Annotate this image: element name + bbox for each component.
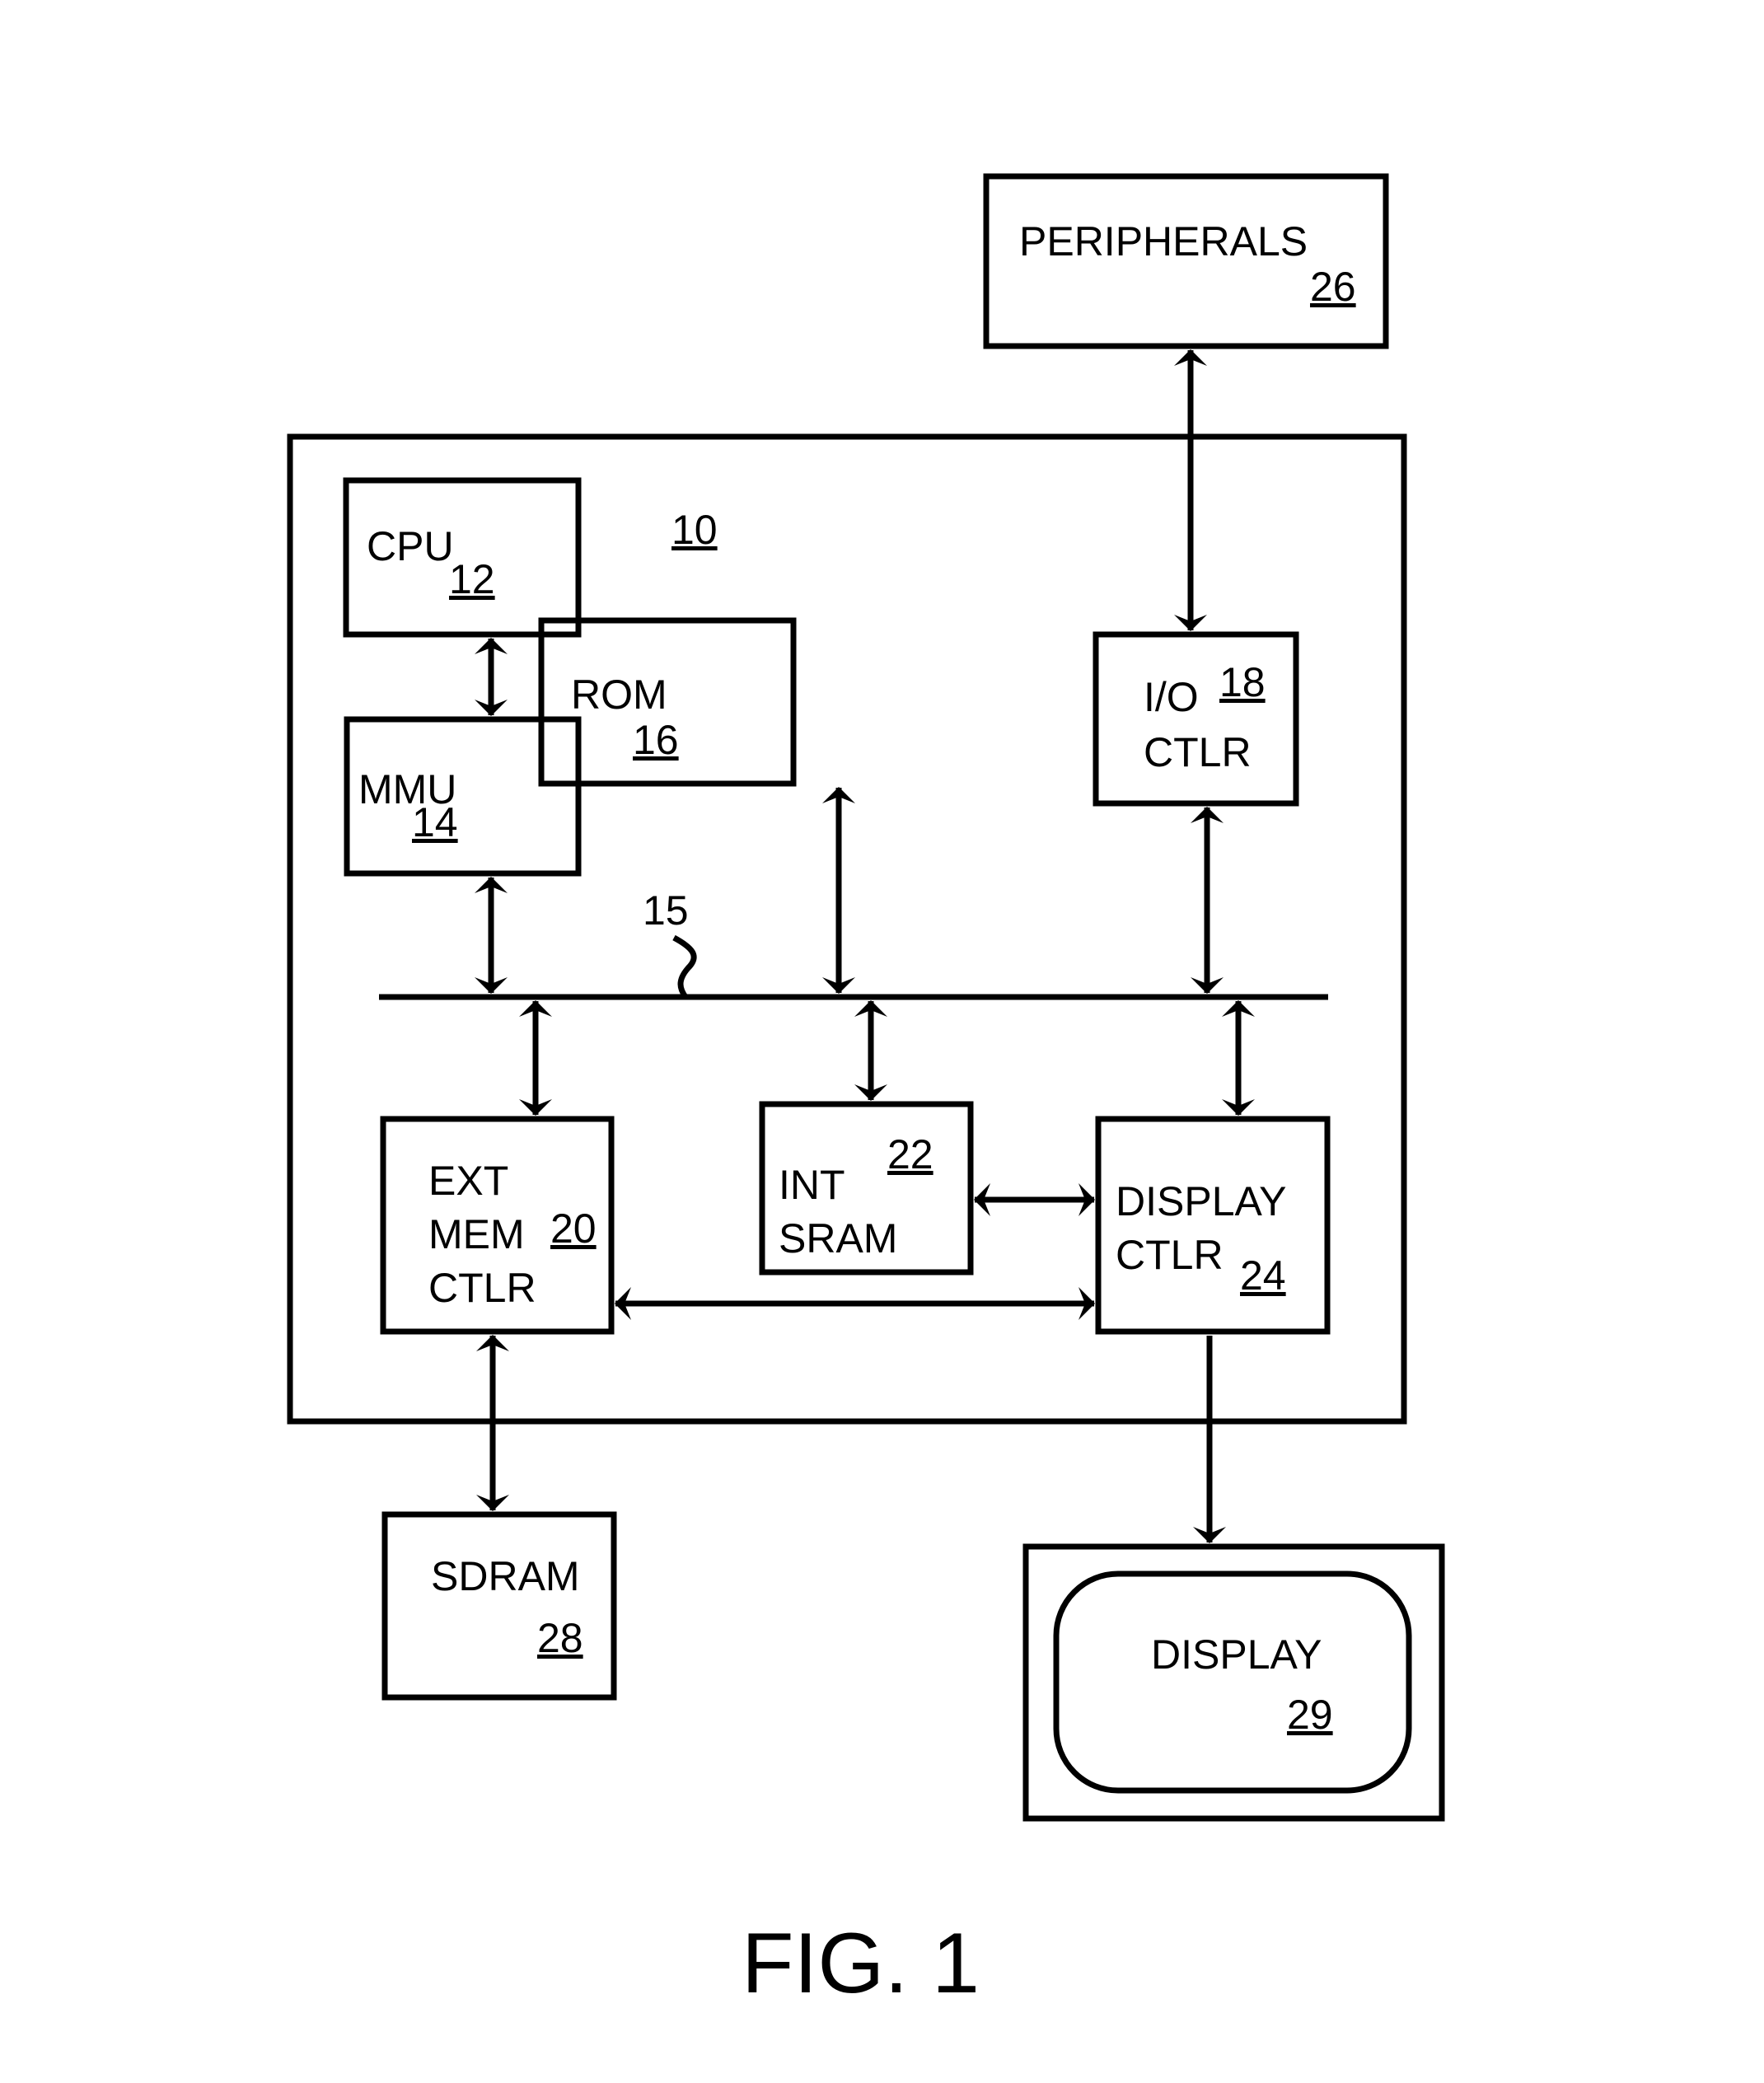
peripherals-ref: 26 xyxy=(1310,264,1356,310)
bus-leader-squiggle xyxy=(672,934,697,999)
mmu-ref: 14 xyxy=(412,799,458,845)
ext-mem-ctlr-label-line3: CTLR xyxy=(428,1265,536,1311)
ext-mem-ctlr-ref: 20 xyxy=(550,1205,597,1252)
io-ctlr-block: I/O CTLR 18 xyxy=(1093,631,1299,807)
ext-mem-ctlr-label-line1: EXT xyxy=(428,1158,508,1204)
display-ctlr-ref: 24 xyxy=(1240,1252,1286,1299)
int-sram-label-line1: INT xyxy=(779,1162,845,1208)
sdram-block: SDRAM 28 xyxy=(381,1511,617,1701)
peripherals-block: PERIPHERALS 26 xyxy=(983,173,1389,349)
bus-ref-label: 15 xyxy=(643,887,689,934)
display-label: DISPLAY xyxy=(1151,1631,1322,1678)
rom-label: ROM xyxy=(571,672,667,718)
ext-mem-ctlr-label-line2: MEM xyxy=(428,1211,525,1257)
display-ctlr-block: DISPLAY CTLR 24 xyxy=(1095,1116,1331,1335)
int-sram-block: INT SRAM 22 xyxy=(759,1101,974,1276)
io-ctlr-ref: 18 xyxy=(1219,659,1266,705)
display-ctlr-label-line2: CTLR xyxy=(1116,1232,1224,1278)
cpu-ref: 12 xyxy=(449,556,495,602)
io-ctlr-label-line1: I/O xyxy=(1144,674,1199,720)
peripherals-label: PERIPHERALS xyxy=(1019,218,1308,264)
chip-ref-label: 10 xyxy=(671,507,718,553)
figure-caption: FIG. 1 xyxy=(742,1916,980,2011)
io-ctlr-label-line2: CTLR xyxy=(1144,729,1252,775)
ext-mem-ctlr-block: EXT MEM CTLR 20 xyxy=(380,1116,615,1335)
cpu-block: CPU 12 xyxy=(343,477,582,638)
int-sram-label-line2: SRAM xyxy=(779,1215,897,1262)
cpu-label: CPU xyxy=(367,523,454,569)
sdram-label: SDRAM xyxy=(431,1553,580,1599)
sdram-ref: 28 xyxy=(537,1615,583,1661)
rom-ref: 16 xyxy=(633,717,679,763)
int-sram-ref: 22 xyxy=(887,1131,933,1177)
display-screen-shape xyxy=(1053,1570,1412,1794)
display-block: DISPLAY 29 xyxy=(1022,1543,1445,1822)
display-ctlr-label-line1: DISPLAY xyxy=(1116,1178,1287,1224)
block-diagram: 10 PERIPHERALS 26 CPU 12 MMU 14 ROM 16 I… xyxy=(287,173,1445,2011)
display-ref: 29 xyxy=(1287,1692,1333,1738)
